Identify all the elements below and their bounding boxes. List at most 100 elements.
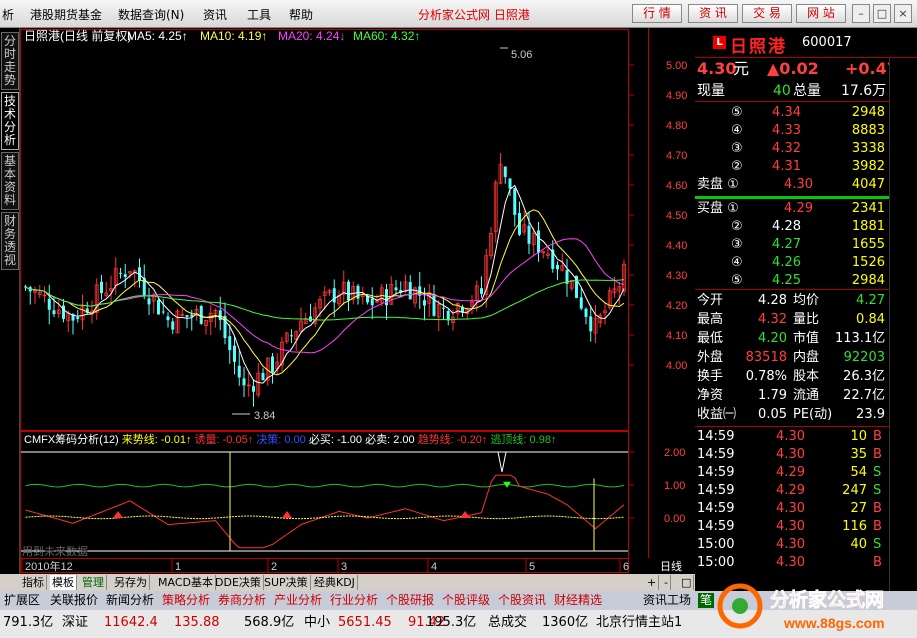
- stat-label: 股本: [793, 369, 820, 384]
- menu-item-hk-futures[interactable]: 港股期货基金: [30, 6, 102, 23]
- func-stock-news[interactable]: 个股资讯: [498, 593, 546, 608]
- tab-basic-info[interactable]: 基本资料: [1, 152, 19, 210]
- news-button[interactable]: 资 讯: [688, 4, 738, 23]
- menu-item-tools[interactable]: 工具: [247, 6, 271, 23]
- func-industry-chain[interactable]: 产业分析: [274, 593, 322, 608]
- tick-price: 4.29: [776, 483, 805, 498]
- tab-intraday[interactable]: 分时走势: [1, 32, 19, 90]
- func-finance-picks[interactable]: 财经精选: [554, 593, 602, 608]
- func-stock-rating[interactable]: 个股评级: [442, 593, 490, 608]
- candle-body: [123, 274, 127, 278]
- tick-time: 14:59: [697, 465, 735, 480]
- candle-body: [237, 365, 241, 378]
- candle-body: [76, 317, 80, 320]
- sell-row: ③ 4.32 3338: [695, 140, 889, 158]
- buy-volume: 1526: [851, 255, 885, 270]
- maximize-icon[interactable]: □: [873, 4, 891, 23]
- tab-template[interactable]: 模板: [50, 575, 77, 590]
- total-volume-label: 总量: [793, 83, 821, 99]
- stat-value: 0.05: [758, 407, 787, 422]
- tab-sup[interactable]: SUP决策: [262, 575, 311, 590]
- candle-body: [166, 316, 170, 321]
- status-total-amount: 1360亿: [542, 615, 589, 630]
- buy-volume: 1881: [851, 219, 885, 234]
- site-watermark: 分析家公式网 www.88gs.com: [717, 583, 885, 631]
- func-expand[interactable]: 扩展区: [4, 593, 40, 608]
- tick-row: 14:59 4.30 27 B: [695, 500, 889, 518]
- status-server: 北京行情主站1: [596, 615, 683, 630]
- stat-label: 收益㈠: [697, 407, 737, 422]
- stat-value: 1.79: [758, 388, 787, 403]
- sell-price: 4.30: [784, 177, 813, 192]
- stat-label: 均价: [793, 293, 820, 308]
- tab-technical-analysis[interactable]: 技术分析: [1, 92, 19, 150]
- buy-volume: 2984: [851, 273, 885, 288]
- candle-body: [233, 345, 236, 362]
- func-news-analysis[interactable]: 新闻分析: [106, 593, 154, 608]
- close-pane-button[interactable]: □: [679, 575, 695, 590]
- tick-volume: 54: [850, 465, 867, 480]
- website-button[interactable]: 网 站: [796, 4, 846, 23]
- stat-value: 83518: [745, 350, 787, 365]
- quote-button[interactable]: 行 情: [632, 4, 682, 23]
- candle-body: [242, 378, 246, 386]
- tick-price: 4.30: [776, 519, 805, 534]
- price-tick-label: 4.90: [666, 90, 687, 102]
- tick-row: 14:59 4.29 247 S: [695, 482, 889, 500]
- stat-row: 今开 4.28 均价 4.27: [695, 292, 889, 310]
- tab-macd[interactable]: MACD基本: [156, 575, 216, 590]
- buy-row: ② 4.28 1881: [695, 218, 889, 236]
- candle-body: [347, 281, 350, 301]
- tick-volume: 10: [850, 429, 867, 444]
- tab-indicator[interactable]: 指标: [20, 575, 47, 590]
- indicator-value: 必卖: 2.00: [365, 433, 418, 446]
- tab-save-as[interactable]: 另存为: [112, 575, 150, 590]
- watermark-title: 分析家公式网: [770, 588, 884, 611]
- func-related-quote[interactable]: 关联报价: [50, 593, 98, 608]
- sell-row: ② 4.31 3982: [695, 158, 889, 176]
- tab-financials[interactable]: 财务透视: [1, 212, 19, 270]
- zoom-out-button[interactable]: -: [662, 575, 671, 590]
- kline-chart[interactable]: 日照港(日线 前复权) MA5: 4.25↑ MA10: 4.19↑ MA20:…: [20, 28, 695, 574]
- date-label: 3: [341, 561, 347, 573]
- menu-item-help[interactable]: 帮助: [289, 6, 313, 23]
- buy-level: ②: [731, 219, 743, 234]
- indicator-value: 逃顶线: 0.98↑: [490, 432, 556, 446]
- price-tick-label: 4.70: [666, 150, 687, 162]
- volume-value: 40: [773, 83, 791, 99]
- zoom-in-button[interactable]: +: [645, 575, 660, 590]
- tab-dde[interactable]: DDE决策: [213, 575, 264, 590]
- price-tick-label: 4.60: [666, 180, 687, 192]
- candle-body: [185, 315, 189, 317]
- tick-side: B: [873, 555, 882, 570]
- sell-level: ④: [731, 123, 743, 138]
- stat-value: 4.27: [856, 293, 885, 308]
- func-broker[interactable]: 券商分析: [218, 593, 266, 608]
- stat-label: 流通: [793, 388, 820, 403]
- buy-level: 买盘 ①: [697, 201, 739, 216]
- tab-manage[interactable]: 管理: [80, 575, 107, 590]
- menu-item-data-query[interactable]: 数据查询(N): [118, 6, 184, 23]
- stat-value: 113.1亿: [835, 331, 886, 346]
- minimize-icon[interactable]: –: [852, 4, 870, 23]
- trade-button[interactable]: 交 易: [742, 4, 792, 23]
- tab-kdj[interactable]: 经典KDJ: [312, 575, 358, 590]
- tick-side: B: [873, 429, 882, 444]
- tick-side: S: [873, 483, 882, 498]
- volume-label: 现量: [697, 83, 725, 99]
- func-stock-research[interactable]: 个股研报: [386, 593, 434, 608]
- tick-time: 15:00: [697, 537, 735, 552]
- tick-price: 4.30: [776, 537, 805, 552]
- tick-time: 14:59: [697, 447, 735, 462]
- ma60-label: MA60: 4.32↑: [353, 29, 420, 43]
- menu-item-analysis[interactable]: 析: [2, 6, 14, 23]
- sell-price: 4.32: [772, 141, 801, 156]
- close-icon[interactable]: ×: [894, 4, 912, 23]
- tick-side: B: [873, 447, 882, 462]
- func-sector[interactable]: 行业分析: [330, 593, 378, 608]
- func-news-factory[interactable]: 资讯工场: [643, 593, 691, 608]
- menu-item-news[interactable]: 资讯: [203, 6, 227, 23]
- stat-label: 最高: [697, 312, 724, 327]
- func-strategy[interactable]: 策略分析: [162, 593, 210, 608]
- candle-body: [556, 264, 559, 270]
